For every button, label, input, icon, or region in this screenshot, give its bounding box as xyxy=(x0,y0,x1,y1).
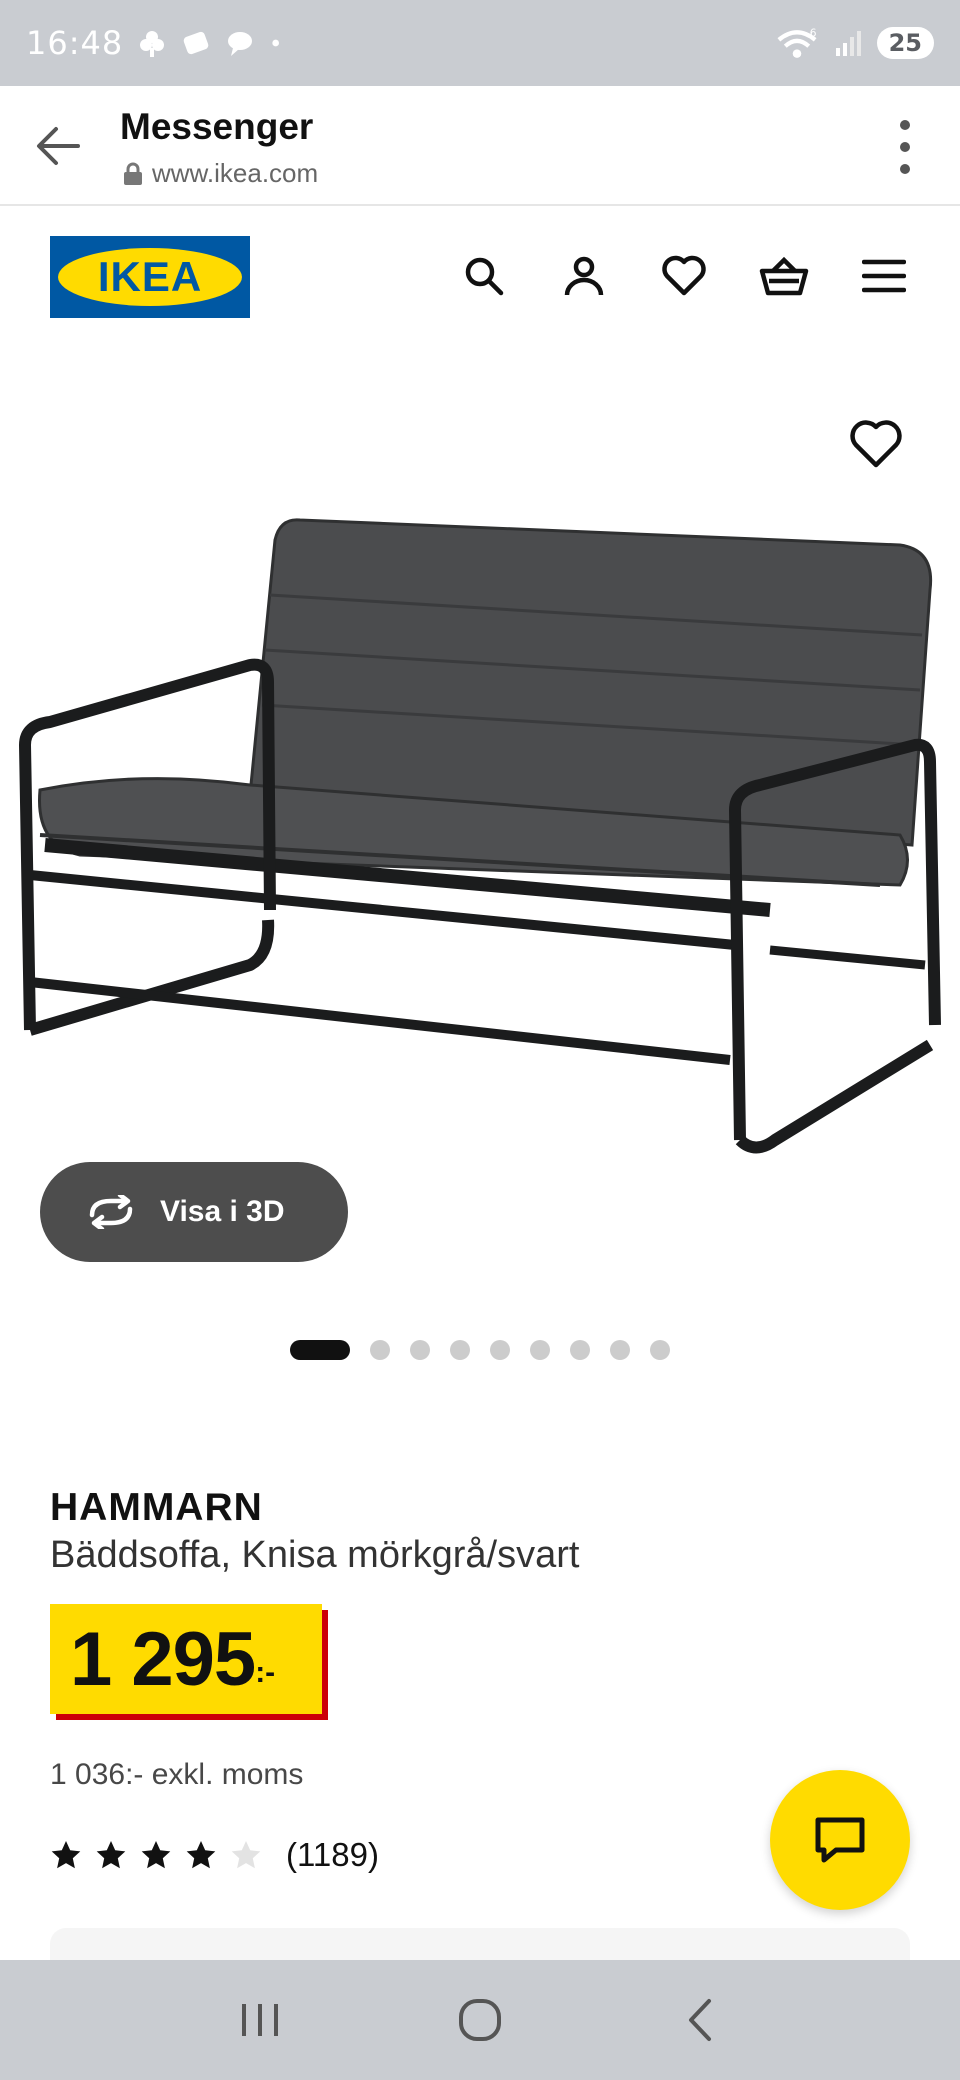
header-nav-icons xyxy=(456,248,912,304)
review-count: (1189) xyxy=(286,1836,379,1873)
price-value: 1 295 xyxy=(70,1616,256,1702)
system-navigation-bar xyxy=(0,1960,960,2080)
carousel-dot[interactable] xyxy=(450,1340,470,1360)
carousel-dot[interactable] xyxy=(570,1340,590,1360)
status-left: 16:48 xyxy=(26,24,289,62)
carousel-dot[interactable] xyxy=(490,1340,510,1360)
heart-icon[interactable] xyxy=(656,248,712,304)
add-to-favourites-icon[interactable] xyxy=(848,416,904,472)
star-filled-icon xyxy=(141,1841,171,1869)
user-icon[interactable] xyxy=(556,248,612,304)
product-name: HAMMARN xyxy=(50,1486,263,1529)
carousel-dot[interactable] xyxy=(410,1340,430,1360)
search-icon[interactable] xyxy=(456,248,512,304)
ikea-logo-text: IKEA xyxy=(97,253,203,300)
status-time: 16:48 xyxy=(26,24,124,62)
flower-icon xyxy=(140,31,165,57)
rotate-3d-icon xyxy=(89,1195,133,1229)
carousel-dot[interactable] xyxy=(370,1340,390,1360)
back-icon[interactable] xyxy=(670,1990,730,2050)
battery-indicator: 25 xyxy=(876,27,934,59)
back-arrow-icon[interactable] xyxy=(28,116,88,176)
home-icon[interactable] xyxy=(450,1990,510,2050)
browser-url: www.ikea.com xyxy=(152,158,319,188)
star-filled-icon xyxy=(186,1841,216,1869)
browser-title: Messenger xyxy=(120,106,314,147)
ikea-logo[interactable]: IKEA xyxy=(50,236,250,318)
view-in-3d-button[interactable]: Visa i 3D xyxy=(40,1162,348,1262)
chat-button[interactable] xyxy=(770,1770,910,1910)
star-filled-icon xyxy=(96,1841,126,1869)
basket-icon[interactable] xyxy=(756,248,812,304)
browser-url-row: www.ikea.com xyxy=(122,158,318,189)
status-right: 6 25 xyxy=(775,27,934,59)
status-bar: 16:48 6 25 xyxy=(0,0,960,86)
lock-icon xyxy=(124,162,142,185)
chat-icon xyxy=(815,1817,865,1863)
product-description: Bäddsoffa, Knisa mörkgrå/svart xyxy=(50,1534,580,1576)
wifi-icon: 6 xyxy=(777,27,816,58)
price-excl-vat: 1 036:- exkl. moms xyxy=(50,1758,304,1791)
price-tag: 1 295 :- xyxy=(50,1604,328,1720)
more-options-icon[interactable] xyxy=(898,120,912,174)
dot-icon xyxy=(272,39,280,47)
stack-icon xyxy=(183,31,209,55)
carousel-dot[interactable] xyxy=(610,1340,630,1360)
menu-icon[interactable] xyxy=(856,248,912,304)
carousel-dot[interactable] xyxy=(530,1340,550,1360)
rating-stars xyxy=(50,1839,262,1871)
chat-bubble-icon xyxy=(228,32,253,56)
price-box: 1 295 :- xyxy=(50,1604,322,1714)
carousel-dot[interactable] xyxy=(290,1340,350,1360)
image-carousel-dots xyxy=(0,1340,960,1360)
star-filled-icon xyxy=(51,1841,81,1869)
carousel-dot[interactable] xyxy=(650,1340,670,1360)
product-rating[interactable]: (1189) xyxy=(50,1836,379,1874)
recent-apps-icon[interactable] xyxy=(230,1990,290,2050)
in-app-browser-bar: Messenger www.ikea.com xyxy=(0,86,960,206)
star-empty-icon xyxy=(231,1841,261,1869)
wifi-badge: 6 xyxy=(809,27,816,40)
product-image[interactable] xyxy=(0,500,960,1160)
signal-icon xyxy=(835,31,861,56)
price-suffix: :- xyxy=(255,1656,276,1689)
view-in-3d-label: Visa i 3D xyxy=(160,1195,285,1228)
ikea-header: IKEA xyxy=(0,206,960,346)
